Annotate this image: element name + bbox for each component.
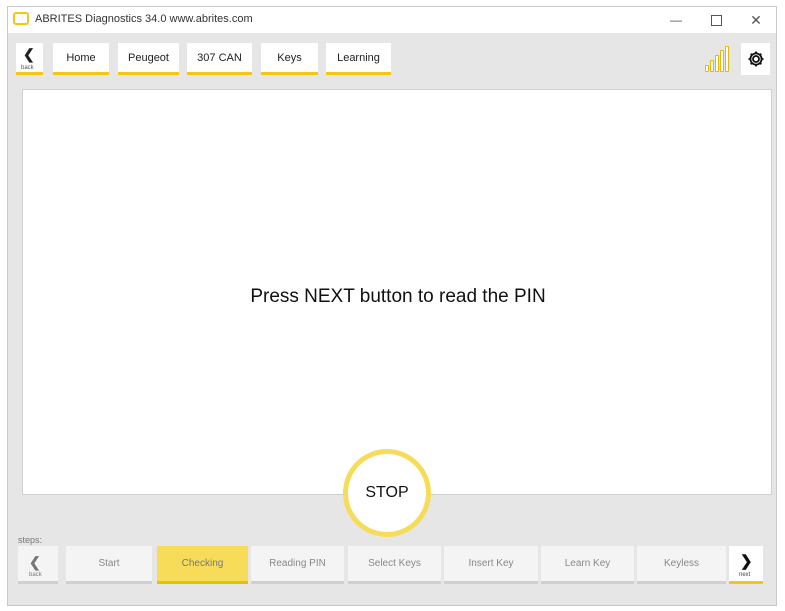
close-button[interactable]: ✕ <box>736 7 776 33</box>
breadcrumb-learning[interactable]: Learning <box>326 43 391 75</box>
steps-label: steps: <box>18 535 43 545</box>
abrites-logo-icon <box>13 12 29 25</box>
signal-strength-icon <box>705 46 733 72</box>
title-bar: ABRITES Diagnostics 34.0 www.abrites.com… <box>8 7 776 33</box>
window-title: ABRITES Diagnostics 34.0 www.abrites.com <box>35 13 253 25</box>
step-reading-pin[interactable]: Reading PIN <box>251 546 344 584</box>
step-keyless[interactable]: Keyless <box>637 546 726 584</box>
maximize-button[interactable] <box>696 7 736 33</box>
minimize-icon: — <box>670 13 682 27</box>
maximize-icon <box>710 14 722 26</box>
close-icon: ✕ <box>750 11 762 28</box>
steps-next-button[interactable]: ❯ next <box>729 546 763 584</box>
step-insert-key[interactable]: Insert Key <box>444 546 538 584</box>
steps-next-label: next <box>739 572 751 578</box>
main-panel: Press NEXT button to read the PIN <box>22 89 772 495</box>
settings-button[interactable] <box>741 43 770 75</box>
chevron-left-icon: ❮ <box>23 46 35 62</box>
breadcrumb: ❮ back Home Peugeot 307 CAN Keys Learnin… <box>16 43 770 75</box>
chevron-right-icon: ❯ <box>740 553 753 570</box>
chevron-left-icon: ❮ <box>29 554 41 570</box>
back-label: back <box>21 65 34 71</box>
breadcrumb-keys[interactable]: Keys <box>261 43 318 75</box>
breadcrumb-home[interactable]: Home <box>53 43 109 75</box>
step-start[interactable]: Start <box>66 546 152 584</box>
back-button[interactable]: ❮ back <box>16 43 43 75</box>
step-learn-key[interactable]: Learn Key <box>541 546 634 584</box>
breadcrumb-307-can[interactable]: 307 CAN <box>187 43 252 75</box>
minimize-button[interactable]: — <box>656 7 696 33</box>
step-checking[interactable]: Checking <box>157 546 248 584</box>
breadcrumb-peugeot[interactable]: Peugeot <box>118 43 179 75</box>
instruction-message: Press NEXT button to read the PIN <box>250 286 546 307</box>
stop-button[interactable]: STOP <box>343 449 431 537</box>
steps-back-label: back <box>29 572 42 578</box>
gear-icon <box>748 51 763 67</box>
step-select-keys[interactable]: Select Keys <box>348 546 441 584</box>
steps-back-button[interactable]: ❮ back <box>18 546 58 584</box>
